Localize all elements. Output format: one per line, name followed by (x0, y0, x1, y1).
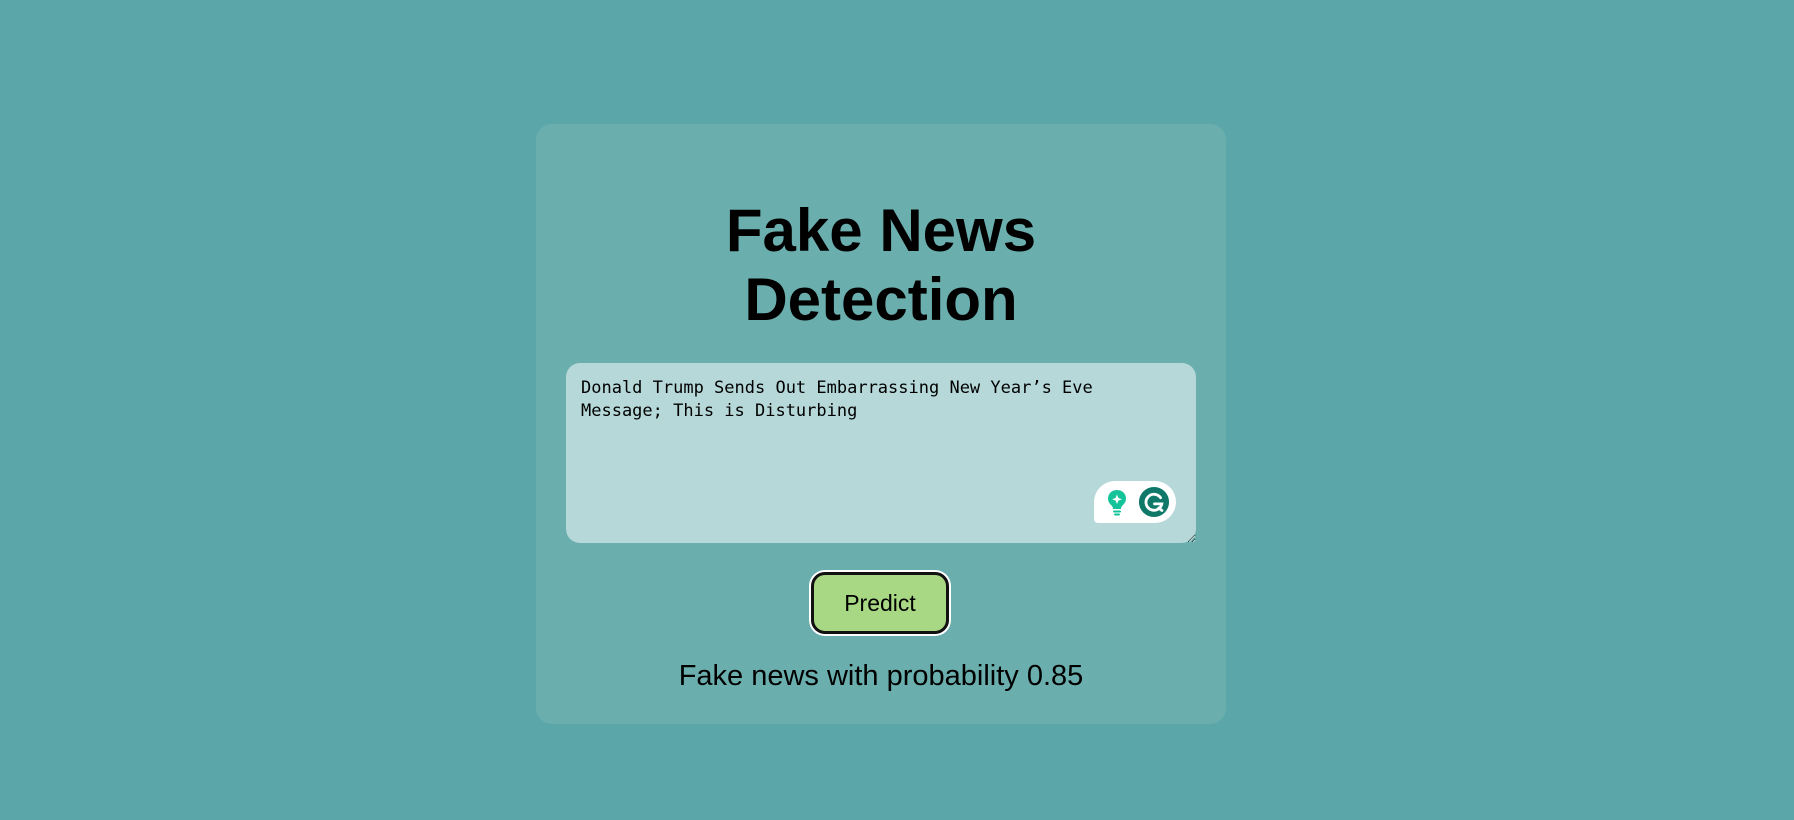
prediction-result-text: Fake news with probability 0.85 (678, 660, 1084, 692)
page-title: Fake News Detection (536, 196, 1226, 334)
predict-button[interactable]: Predict (811, 572, 949, 634)
news-input-wrapper: Donald Trump Sends Out Embarrassing New … (566, 363, 1196, 543)
detection-card: Fake News Detection Donald Trump Sends O… (536, 124, 1226, 724)
grammarly-widget[interactable] (1094, 481, 1176, 523)
page-title-line-1: Fake News (725, 197, 1037, 264)
grammarly-g-icon[interactable] (1138, 486, 1170, 518)
page-title-line-2: Detection (744, 266, 1018, 333)
page: Fake News Detection Donald Trump Sends O… (0, 0, 1794, 820)
lightbulb-sparkle-icon[interactable] (1101, 486, 1133, 518)
